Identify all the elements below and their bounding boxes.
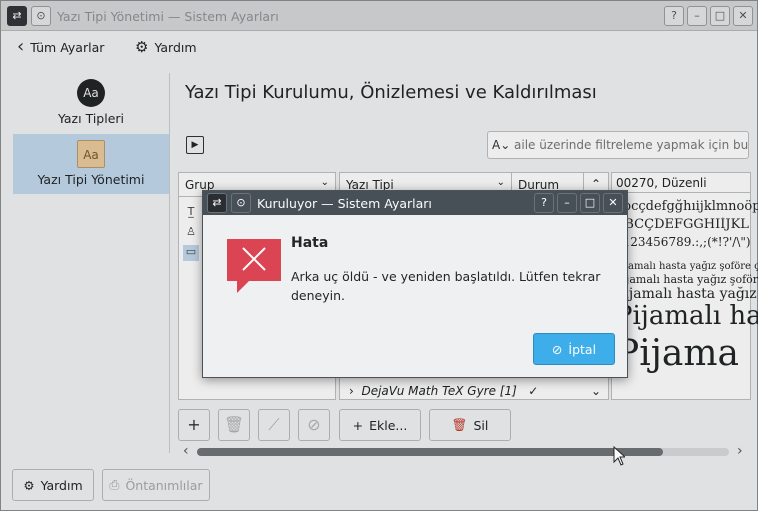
nav-help-button[interactable]: ⚙ Yardım bbox=[135, 38, 197, 56]
scroll-right-icon[interactable]: › bbox=[737, 443, 743, 459]
add-group-button[interactable]: + bbox=[178, 409, 210, 441]
personal-fonts-group-icon[interactable]: ♙ bbox=[183, 225, 199, 241]
dialog-help-button[interactable]: ? bbox=[534, 193, 554, 213]
sidebar-item-fonts[interactable]: Aa Yazı Tipleri bbox=[13, 73, 169, 133]
system-fonts-group-icon[interactable]: ▭ bbox=[183, 245, 199, 261]
chevron-left-icon: ‹ bbox=[17, 36, 25, 57]
preview-line: Pijamalı hasta yağız şo bbox=[615, 286, 758, 302]
preview-size-select[interactable]: 00270, Düzenli bbox=[612, 173, 750, 193]
horizontal-scrollbar[interactable]: ‹ › bbox=[181, 443, 749, 459]
preview-line: Pijamalı hasta yağız şoföre bbox=[615, 273, 758, 286]
sidebar: Aa Yazı Tipleri Aa Yazı Tipi Yönetimi bbox=[13, 73, 169, 195]
preview-toggle-icon[interactable]: ▶ bbox=[186, 136, 204, 154]
delete-font-button[interactable]: 🗑 Sil bbox=[429, 409, 511, 441]
nav-help-label: Yardım bbox=[154, 39, 197, 55]
page-title: Yazı Tipi Kurulumu, Önizlemesi ve Kaldır… bbox=[185, 82, 597, 103]
app-menu-icon[interactable]: ⇄ bbox=[7, 6, 27, 26]
window-close-button[interactable]: ✕ bbox=[733, 6, 753, 26]
cancel-button[interactable]: ⊘ İptal bbox=[533, 333, 615, 365]
chevron-down-icon: ⌄ bbox=[496, 177, 505, 188]
help-lifebuoy-icon: ⚙ bbox=[135, 38, 149, 56]
filter-mode-icon[interactable]: A⌄ bbox=[492, 138, 510, 152]
preview-line: Pijama bbox=[615, 333, 739, 374]
chevron-down-icon: ⌄ bbox=[320, 177, 329, 188]
main-titlebar[interactable]: ⇄ ⊙ Yazı Tipi Yönetimi — Sistem Ayarları… bbox=[1, 1, 757, 31]
preview-line: Pijamalı hasta yağız şoföre çab bbox=[615, 261, 758, 272]
error-heading: Hata bbox=[291, 235, 329, 251]
keep-above-icon[interactable]: ⊙ bbox=[31, 6, 51, 26]
scroll-down-icon[interactable]: ⌄ bbox=[591, 381, 601, 401]
dialog-titlebar[interactable]: ⇄ ⊙ Kuruluyor — Sistem Ayarları ? – □ ✕ bbox=[203, 191, 627, 215]
chevron-right-icon: › bbox=[349, 384, 354, 398]
dialog-close-button[interactable]: ✕ bbox=[603, 193, 623, 213]
filter-field[interactable]: A⌄ bbox=[487, 131, 749, 159]
defaults-button[interactable]: ⎙ Öntanımlılar bbox=[102, 469, 210, 501]
sidebar-item-label: Yazı Tipi Yönetimi bbox=[37, 172, 145, 187]
add-font-button[interactable]: + Ekle... bbox=[339, 409, 421, 441]
dialog-keep-above-icon[interactable]: ⊙ bbox=[231, 193, 251, 213]
all-settings-label: Tüm Ayarlar bbox=[30, 39, 105, 55]
font-management-icon: Aa bbox=[77, 140, 105, 168]
sidebar-divider bbox=[169, 73, 170, 453]
preview-line: ABCÇDEFGĞHIİJKL bbox=[615, 217, 749, 232]
scrollbar-thumb[interactable] bbox=[197, 448, 663, 456]
window-maximize-button[interactable]: □ bbox=[710, 6, 730, 26]
dialog-app-icon[interactable]: ⇄ bbox=[207, 193, 227, 213]
delete-group-button[interactable]: 🗑 bbox=[218, 409, 250, 441]
enable-group-button[interactable]: ⟋ bbox=[258, 409, 290, 441]
dialog-maximize-button[interactable]: □ bbox=[580, 193, 600, 213]
footer-help-button[interactable]: ⚙ Yardım bbox=[12, 469, 94, 501]
error-icon bbox=[227, 239, 281, 293]
fonts-icon: Aa bbox=[77, 79, 105, 107]
top-navigation: ‹ Tüm Ayarlar ⚙ Yardım bbox=[1, 31, 757, 65]
all-settings-button[interactable]: ‹ Tüm Ayarlar bbox=[17, 38, 104, 56]
mouse-cursor-icon bbox=[613, 446, 625, 466]
preview-line: Pijamalı ha bbox=[615, 301, 758, 331]
error-message: Arka uç öldü - ve yeniden başlatıldı. Lü… bbox=[291, 269, 601, 303]
filter-input[interactable] bbox=[514, 132, 748, 158]
disable-group-button[interactable]: ⊘ bbox=[298, 409, 330, 441]
window-title: Yazı Tipi Yönetimi — Sistem Ayarları bbox=[57, 9, 279, 24]
defaults-icon: ⎙ bbox=[109, 477, 120, 492]
trash-icon: 🗑 bbox=[451, 417, 468, 432]
all-fonts-group-icon[interactable]: T̲ bbox=[183, 205, 199, 221]
window-minimize-button[interactable]: – bbox=[687, 6, 707, 26]
scroll-left-icon[interactable]: ‹ bbox=[183, 443, 189, 459]
font-row-name: DejaVu Math TeX Gyre [1] bbox=[361, 384, 517, 398]
sidebar-item-font-management[interactable]: Aa Yazı Tipi Yönetimi bbox=[13, 134, 169, 194]
help-lifebuoy-icon: ⚙ bbox=[23, 477, 35, 493]
font-list-row[interactable]: › DejaVu Math TeX Gyre [1] ✓ ⌄ bbox=[343, 381, 609, 401]
sidebar-item-label: Yazı Tipleri bbox=[57, 111, 124, 126]
font-enabled-check: ✓ bbox=[528, 384, 539, 398]
dialog-minimize-button[interactable]: – bbox=[557, 193, 577, 213]
preview-line: abcçdefgğhıijklmnoöp bbox=[615, 199, 758, 214]
plus-icon: + bbox=[352, 417, 364, 433]
error-dialog: ⇄ ⊙ Kuruluyor — Sistem Ayarları ? – □ ✕ … bbox=[202, 190, 628, 378]
dialog-title: Kuruluyor — Sistem Ayarları bbox=[257, 196, 432, 211]
cancel-icon: ⊘ bbox=[551, 341, 563, 357]
preview-line: 0123456789.:,;(*!?'/\") bbox=[615, 235, 751, 249]
window-help-button[interactable]: ? bbox=[664, 6, 684, 26]
